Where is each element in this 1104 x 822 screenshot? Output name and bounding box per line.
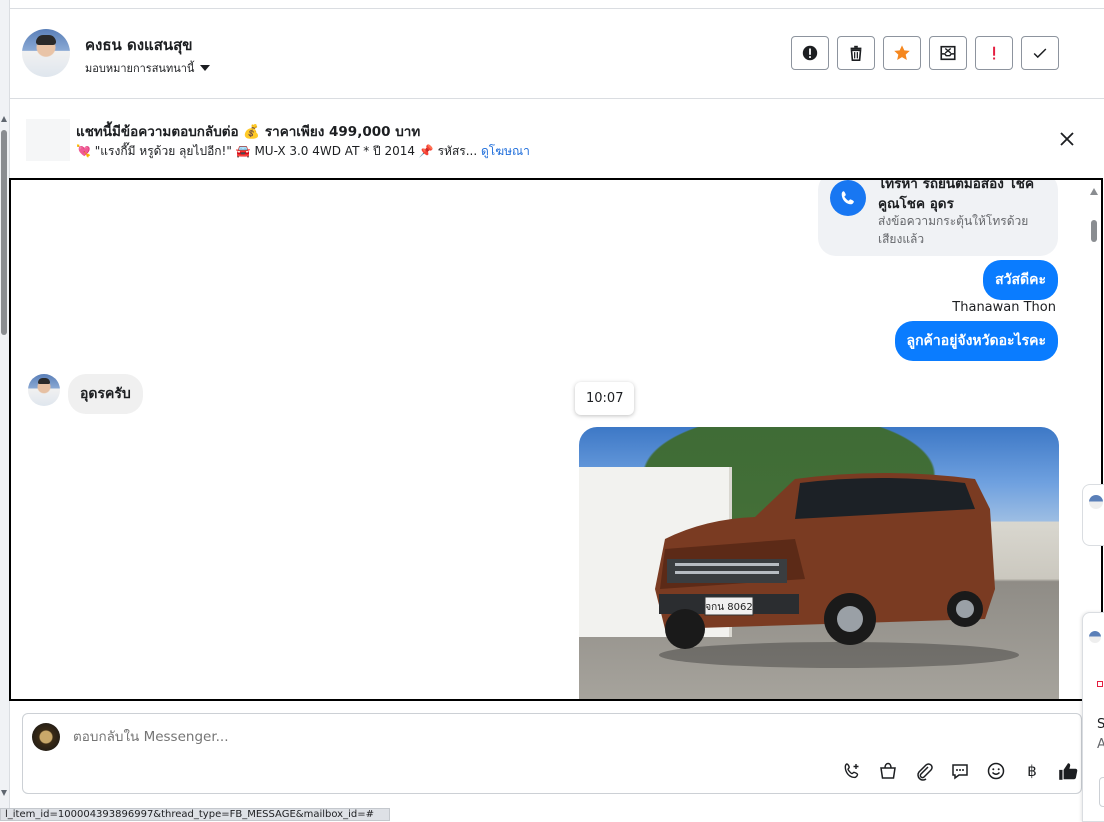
conversation-header: คงธน ดงแสนสุข มอบหมายการสนทนานี้ <box>10 9 1104 99</box>
reply-composer: ฿ <box>22 713 1082 794</box>
peek-text-line: A <box>1097 737 1104 752</box>
check-icon <box>1033 48 1047 59</box>
close-icon[interactable] <box>1058 130 1076 148</box>
peek-avatar <box>1089 631 1101 643</box>
ad-subtitle: 💘 "แรงกี๊มี หรูด้วย ลุยไปอีก!" 🚘 MU-X 3.… <box>76 142 530 161</box>
incoming-message[interactable]: อุดรครับ <box>68 374 143 414</box>
mark-spam-button[interactable] <box>791 36 829 70</box>
assign-conversation-dropdown[interactable]: มอบหมายการสนทนานี้ <box>85 59 211 77</box>
paperclip-icon[interactable] <box>913 760 935 782</box>
shopping-bag-icon[interactable] <box>877 760 899 782</box>
scroll-up-arrow-icon[interactable] <box>1090 188 1098 195</box>
contact-name[interactable]: คงธน ดงแสนสุข <box>85 33 193 57</box>
thread-scrollbar-thumb[interactable] <box>1091 220 1097 242</box>
exclamation-icon <box>993 46 996 60</box>
baht-icon[interactable]: ฿ <box>1021 760 1043 782</box>
page-avatar <box>32 723 60 751</box>
smile-icon[interactable] <box>985 760 1007 782</box>
mark-done-button[interactable] <box>1021 36 1059 70</box>
composer-toolbar: ฿ <box>841 760 1079 782</box>
phone-plus-icon[interactable] <box>841 760 863 782</box>
license-plate: จกน 8062 <box>705 602 752 613</box>
browser-status-url: l_item_id=100004393896997&thread_type=FB… <box>0 808 390 821</box>
ad-description: 💘 "แรงกี๊มี หรูด้วย ลุยไปอีก!" 🚘 MU-X 3.… <box>76 144 478 158</box>
car-image: จกน 8062 <box>655 473 995 649</box>
assign-label: มอบหมายการสนทนานี้ <box>85 62 195 75</box>
star-icon <box>894 45 910 61</box>
header-actions <box>791 36 1059 70</box>
alert-icon <box>802 45 818 61</box>
car-photo-attachment[interactable]: จกน 8062 <box>579 427 1059 699</box>
caret-down-icon <box>200 65 211 71</box>
archive-button[interactable] <box>929 36 967 70</box>
star-button[interactable] <box>883 36 921 70</box>
reply-input[interactable] <box>71 728 875 746</box>
trash-icon <box>850 45 862 62</box>
scroll-down-arrow-icon[interactable] <box>1 790 7 796</box>
ad-thumbnail <box>26 119 70 161</box>
message-timestamp: 10:07 <box>575 382 635 415</box>
sender-name: Thanawan Thon <box>952 300 1056 315</box>
ad-title: แชทนี้มีข้อความตอบกลับต่อ 💰 ราคาเพียง 49… <box>76 124 421 140</box>
phone-icon <box>830 180 866 216</box>
view-ad-link[interactable]: ดูโฆษณา <box>481 144 530 158</box>
mark-important-button[interactable] <box>975 36 1013 70</box>
delete-button[interactable] <box>837 36 875 70</box>
message-thread[interactable]: โทรหา รถยนต์มือสอง โชคคูณโชค อุดร ส่งข้อ… <box>9 178 1103 701</box>
ad-context-banner: แชทนี้มีข้อความตอบกลับต่อ 💰 ราคาเพียง 49… <box>10 108 1104 172</box>
call-card-subtitle: ส่งข้อความกระตุ้นให้โทรด้วยเสียงแล้ว <box>878 214 1029 246</box>
peek-indicator-icon <box>1097 681 1103 687</box>
scroll-up-arrow-icon[interactable] <box>1 116 7 122</box>
peek-avatar <box>1089 495 1103 509</box>
outgoing-message[interactable]: ลูกค้าอยู่จังหวัดอะไรคะ <box>894 321 1058 361</box>
call-request-card: โทรหา รถยนต์มือสอง โชคคูณโชค อุดร ส่งข้อ… <box>818 178 1058 256</box>
peek-input-box[interactable] <box>1099 777 1104 807</box>
scrollbar-thumb[interactable] <box>1 130 7 335</box>
peek-text-line: S <box>1097 717 1104 732</box>
chat-bubble-icon[interactable] <box>949 760 971 782</box>
outgoing-message[interactable]: สวัสดีคะ <box>983 260 1058 300</box>
contact-avatar[interactable] <box>22 29 70 77</box>
side-panel-peek[interactable] <box>1082 484 1104 546</box>
call-card-title: โทรหา รถยนต์มือสอง โชคคูณโชค อุดร <box>878 178 1035 212</box>
thumbs-up-icon[interactable] <box>1057 760 1079 782</box>
contact-avatar-small <box>28 374 60 406</box>
side-chat-peek[interactable]: S A <box>1082 612 1104 822</box>
archive-icon <box>940 45 956 61</box>
